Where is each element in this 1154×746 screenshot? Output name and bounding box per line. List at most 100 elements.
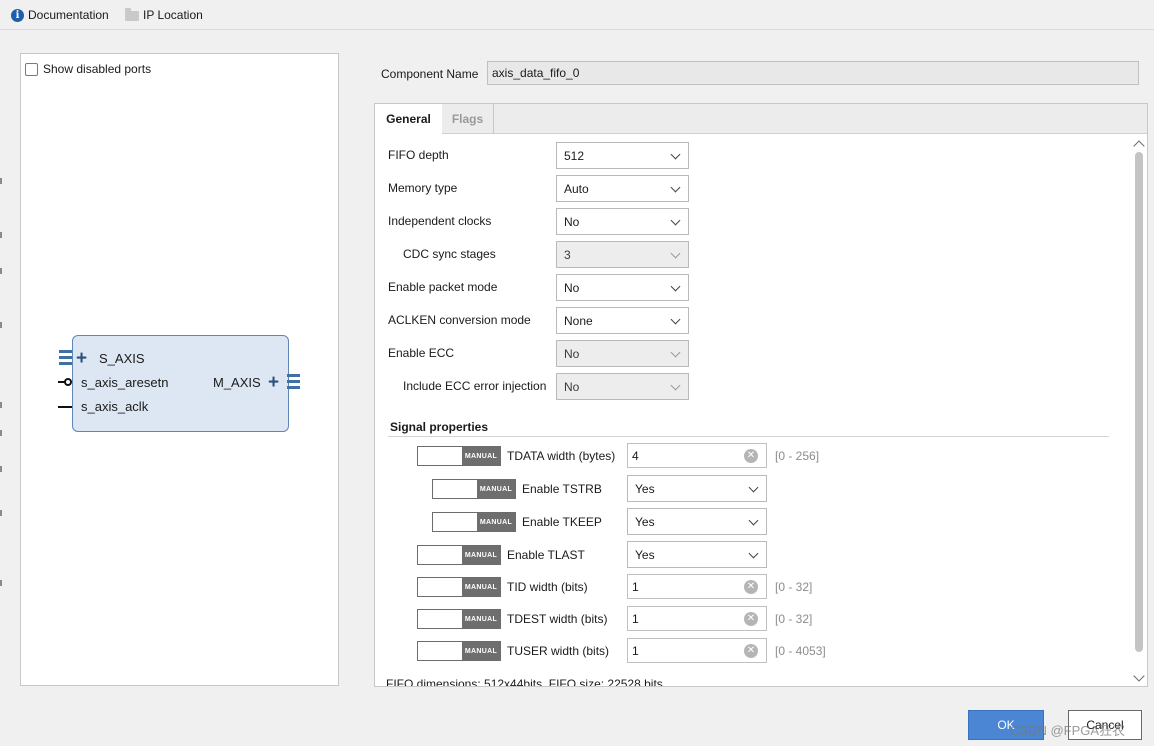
- include-ecc-error-injection-select: No: [556, 373, 689, 400]
- tdest-manual-toggle[interactable]: MANUAL: [417, 609, 501, 629]
- clear-icon[interactable]: ✕: [744, 449, 758, 463]
- enable-packet-mode-select[interactable]: No: [556, 274, 689, 301]
- documentation-label: Documentation: [28, 8, 109, 22]
- port-line: [58, 406, 72, 408]
- tuser-width-label: TUSER width (bits): [507, 644, 610, 658]
- independent-clocks-value: No: [564, 214, 580, 229]
- aclken-conversion-mode-value: None: [564, 313, 593, 328]
- show-disabled-ports-checkbox[interactable]: Show disabled ports: [25, 62, 151, 76]
- tdata-width-label: TDATA width (bytes): [507, 449, 616, 463]
- expand-plus-icon[interactable]: +: [76, 349, 87, 368]
- aclken-conversion-mode-label: ACLKEN conversion mode: [388, 313, 531, 327]
- tdata-width-input[interactable]: 4 ✕: [627, 443, 767, 468]
- fifo-depth-select[interactable]: 512: [556, 142, 689, 169]
- manual-label: MANUAL: [477, 513, 515, 531]
- independent-clocks-label: Independent clocks: [388, 214, 492, 228]
- fifo-dimensions-text: FIFO dimensions: 512x44bits, FIFO size: …: [386, 677, 663, 686]
- chevron-down-icon: [670, 347, 681, 358]
- manual-label: MANUAL: [477, 480, 515, 498]
- enable-tstrb-value: Yes: [635, 481, 655, 496]
- tab-content-area: [374, 103, 1148, 687]
- tdest-width-value: 1: [632, 611, 639, 626]
- include-ecc-error-injection-label: Include ECC error injection: [403, 379, 547, 393]
- tid-width-input[interactable]: 1 ✕: [627, 574, 767, 599]
- edge-tick: [0, 466, 2, 472]
- enable-tkeep-value: Yes: [635, 514, 655, 529]
- chevron-down-icon: [748, 515, 759, 526]
- tid-manual-toggle[interactable]: MANUAL: [417, 577, 501, 597]
- tuser-width-input[interactable]: 1 ✕: [627, 638, 767, 663]
- cdc-sync-stages-select: 3: [556, 241, 689, 268]
- chevron-down-icon: [670, 182, 681, 193]
- include-ecc-error-injection-value: No: [564, 379, 580, 394]
- active-low-bubble-icon: [64, 378, 72, 386]
- documentation-button[interactable]: i Documentation: [11, 6, 109, 24]
- edge-tick: [0, 232, 2, 238]
- bus-interface-icon: [287, 374, 300, 389]
- signal-properties-title: Signal properties: [390, 420, 489, 434]
- tstrb-manual-toggle[interactable]: MANUAL: [432, 479, 516, 499]
- tdest-width-input[interactable]: 1 ✕: [627, 606, 767, 631]
- cdc-sync-stages-label: CDC sync stages: [403, 247, 496, 261]
- memory-type-label: Memory type: [388, 181, 458, 195]
- enable-tlast-value: Yes: [635, 547, 655, 562]
- component-name-field[interactable]: axis_data_fifo_0: [487, 61, 1139, 85]
- scrollbar-thumb[interactable]: [1135, 152, 1143, 652]
- manual-label: MANUAL: [462, 546, 500, 564]
- tdata-width-value: 4: [632, 448, 639, 463]
- tdata-manual-toggle[interactable]: MANUAL: [417, 446, 501, 466]
- edge-tick: [0, 402, 2, 408]
- tkeep-manual-toggle[interactable]: MANUAL: [432, 512, 516, 532]
- manual-label: MANUAL: [462, 578, 500, 596]
- enable-ecc-label: Enable ECC: [388, 346, 455, 360]
- tab-flags[interactable]: Flags: [442, 104, 494, 134]
- enable-tlast-select[interactable]: Yes: [627, 541, 767, 568]
- tuser-width-range: [0 - 4053]: [775, 644, 826, 658]
- edge-tick: [0, 580, 2, 586]
- chevron-down-icon: [748, 548, 759, 559]
- clear-icon[interactable]: ✕: [744, 612, 758, 626]
- ip-location-button[interactable]: IP Location: [125, 6, 203, 24]
- chevron-down-icon: [670, 248, 681, 259]
- tlast-manual-toggle[interactable]: MANUAL: [417, 545, 501, 565]
- chevron-down-icon: [748, 482, 759, 493]
- edge-tick: [0, 510, 2, 516]
- tuser-width-value: 1: [632, 643, 639, 658]
- chevron-down-icon: [670, 314, 681, 325]
- info-icon: i: [11, 8, 24, 22]
- aclken-conversion-mode-select[interactable]: None: [556, 307, 689, 334]
- enable-packet-mode-value: No: [564, 280, 580, 295]
- chevron-down-icon: [670, 149, 681, 160]
- chevron-down-icon: [670, 215, 681, 226]
- checkbox-box[interactable]: [25, 62, 38, 76]
- expand-plus-icon[interactable]: +: [268, 373, 279, 392]
- manual-label: MANUAL: [462, 610, 500, 628]
- watermark-text: CSDN @FPGA狂农: [1010, 723, 1126, 738]
- fifo-depth-label: FIFO depth: [388, 148, 449, 162]
- component-name-label: Component Name: [381, 67, 479, 81]
- enable-tstrb-select[interactable]: Yes: [627, 475, 767, 502]
- edge-tick: [0, 430, 2, 436]
- clear-icon[interactable]: ✕: [744, 580, 758, 594]
- port-s-axis: S_AXIS: [99, 351, 145, 366]
- edge-tick: [0, 178, 2, 184]
- clear-icon[interactable]: ✕: [744, 644, 758, 658]
- tdest-width-range: [0 - 32]: [775, 612, 813, 626]
- folder-icon: [125, 8, 139, 21]
- fifo-depth-value: 512: [564, 148, 585, 163]
- enable-tkeep-label: Enable TKEEP: [522, 515, 602, 529]
- tab-general[interactable]: General: [375, 104, 442, 134]
- enable-tkeep-select[interactable]: Yes: [627, 508, 767, 535]
- chevron-down-icon: [670, 380, 681, 391]
- manual-label: MANUAL: [462, 447, 500, 465]
- show-disabled-ports-label: Show disabled ports: [43, 62, 152, 76]
- enable-tlast-label: Enable TLAST: [507, 548, 585, 562]
- memory-type-select[interactable]: Auto: [556, 175, 689, 202]
- tuser-manual-toggle[interactable]: MANUAL: [417, 641, 501, 661]
- enable-ecc-value: No: [564, 346, 580, 361]
- enable-tstrb-label: Enable TSTRB: [522, 482, 602, 496]
- port-m-axis: M_AXIS: [213, 375, 261, 390]
- fifo-dimensions-clip: FIFO dimensions: 512x44bits, FIFO size: …: [386, 676, 1126, 686]
- tdata-width-range: [0 - 256]: [775, 449, 820, 463]
- independent-clocks-select[interactable]: No: [556, 208, 689, 235]
